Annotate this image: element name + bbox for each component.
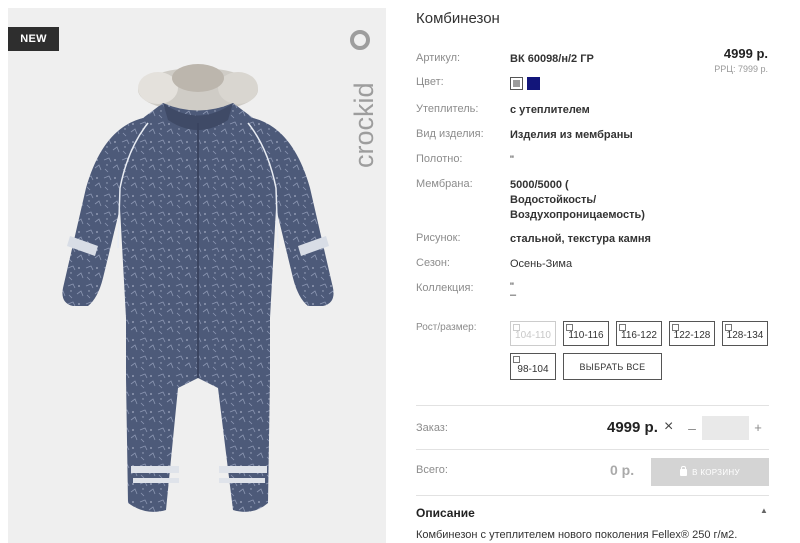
- size-option-label: 122-128: [673, 330, 711, 341]
- size-option-104-110: 104-110: [510, 321, 556, 346]
- size-option-122-128[interactable]: 122-128: [669, 321, 715, 346]
- total-value: 0 р.: [610, 462, 635, 478]
- description-title[interactable]: Описание: [416, 506, 475, 520]
- attr-value: Изделия из мембраны: [510, 129, 633, 141]
- attr-label: Коллекция:: [416, 282, 474, 294]
- size-option-label: 104-110: [515, 330, 551, 341]
- divider: [416, 449, 769, 450]
- color-swatch-navy[interactable]: [527, 77, 540, 90]
- times-icon: ×: [664, 418, 674, 435]
- attr-value: с утеплителем: [510, 104, 590, 116]
- size-option-110-116[interactable]: 110-116: [563, 321, 609, 346]
- size-option-label: 116-122: [621, 330, 657, 341]
- color-swatch-grey[interactable]: [510, 77, 523, 90]
- attr-label: Вид изделия:: [416, 128, 484, 140]
- price-block: 4999 р. РРЦ: 7999 р.: [714, 46, 768, 74]
- size-checkbox[interactable]: [619, 324, 626, 331]
- size-option-label: 128-134: [726, 330, 764, 341]
- size-option-label: 98-104: [517, 364, 549, 375]
- product-title: Комбинезон: [416, 10, 500, 27]
- attr-value: ВК 60098/н/2 ГР: [510, 53, 594, 65]
- attr-label: Рисунок:: [416, 232, 461, 244]
- total-label: Всего:: [416, 464, 448, 476]
- product-image-panel[interactable]: NEW crockid: [8, 8, 386, 543]
- size-option-98-104[interactable]: 98-104: [510, 353, 556, 380]
- attr-value: ": [510, 154, 514, 166]
- attr-value-line: 5000/5000 (: [510, 179, 569, 191]
- attr-value: Осень-Зима: [510, 258, 573, 270]
- attr-label: Мембрана:: [416, 178, 473, 190]
- attr-label: Артикул:: [416, 52, 461, 64]
- add-to-cart-button[interactable]: В КОРЗИНУ: [651, 458, 769, 486]
- divider: [416, 495, 769, 496]
- size-checkbox[interactable]: [513, 356, 520, 363]
- size-label: Рост/размер:: [416, 322, 477, 333]
- attr-label: Сезон:: [416, 257, 450, 269]
- collapse-caret-icon[interactable]: ▲: [760, 506, 768, 515]
- divider: [416, 405, 769, 406]
- quantity-decrement-button[interactable]: –: [686, 420, 698, 436]
- select-all-sizes-button[interactable]: ВЫБРАТЬ ВСЕ: [563, 353, 662, 380]
- attr-value-line: Водостойкость/: [510, 194, 597, 206]
- order-label: Заказ:: [416, 422, 448, 434]
- size-checkbox[interactable]: [725, 324, 732, 331]
- size-option-128-134[interactable]: 128-134: [722, 321, 768, 346]
- attr-value: стальной, текстура камня: [510, 233, 651, 245]
- svg-text:crockid: crockid: [349, 82, 379, 168]
- attr-value-line: –: [510, 289, 517, 301]
- size-checkbox[interactable]: [566, 324, 573, 331]
- size-checkbox[interactable]: [672, 324, 679, 331]
- quantity-input[interactable]: [702, 416, 749, 440]
- attr-label: Утеплитель:: [416, 103, 479, 115]
- add-to-cart-label: В КОРЗИНУ: [692, 467, 740, 477]
- shopping-bag-icon: [680, 465, 688, 476]
- attr-value-line: Воздухопроницаемость): [510, 209, 645, 221]
- recommended-retail-price: РРЦ: 7999 р.: [714, 64, 768, 74]
- size-option-116-122[interactable]: 116-122: [616, 321, 662, 346]
- quantity-increment-button[interactable]: +: [752, 420, 764, 435]
- attr-label: Полотно:: [416, 153, 463, 165]
- attr-label: Цвет:: [416, 76, 444, 88]
- product-price: 4999 р.: [723, 46, 768, 61]
- description-text: Комбинезон с утеплителем нового поколени…: [416, 529, 738, 541]
- size-option-label: 110-116: [568, 330, 604, 341]
- size-checkbox: [513, 324, 520, 331]
- jumpsuit-image: [62, 64, 334, 512]
- order-price: 4999 р.: [607, 419, 658, 436]
